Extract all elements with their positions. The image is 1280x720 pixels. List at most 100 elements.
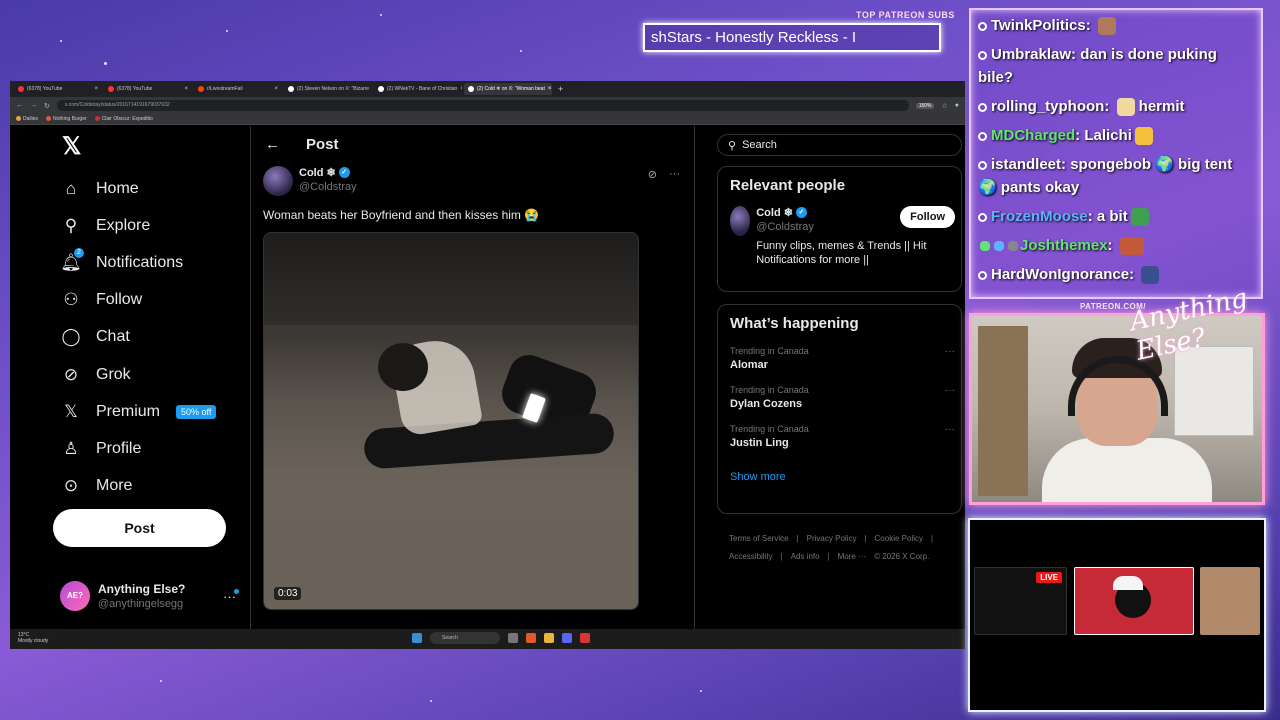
stream-thumbnail[interactable] [1200,567,1260,635]
person-name: Cold ❄ [756,207,793,219]
account-switcher[interactable]: AE? Anything Else? @anythingelsegg [60,581,185,611]
extensions-icon[interactable]: ● [955,102,959,109]
x-icon [378,86,384,92]
post-author[interactable]: Cold ❄ ✓ @Coldstray [263,166,357,196]
grok-icon[interactable]: ⊘ [648,168,657,181]
close-icon[interactable]: × [460,86,462,92]
nav-label: Chat [96,328,130,346]
browser-tab-active[interactable]: (2) Cold ❄ on X: "Woman beat × [464,83,552,95]
more-options-icon[interactable]: ··· [223,589,236,604]
weather-condition: Mostly cloudy [18,638,49,644]
avatar[interactable] [730,206,751,236]
emote-icon [1130,208,1149,227]
bookmark-item[interactable]: Nothing Burger [46,116,87,122]
more-icon: ⊙ [63,476,79,496]
nav-label: Premium [96,402,161,420]
new-tab-icon[interactable]: + [558,84,563,94]
task-view-icon[interactable] [508,633,518,643]
browser-tab[interactable]: (6378) YouTube × [14,83,102,95]
app-icon[interactable] [580,633,590,643]
close-icon[interactable]: × [548,86,552,92]
chat-message: Joshthemex: [978,234,1254,257]
nav-label: Follow [96,291,143,309]
badge-icon [994,241,1004,252]
author-name: Cold ❄ [299,167,336,179]
nav-home[interactable]: ⌂ Home [60,170,216,207]
footer-separator: | [931,534,934,543]
video-player[interactable]: 0:03 [263,232,639,610]
badge-icon [978,160,987,170]
trend-name: Dylan Cozens [730,398,803,410]
weather-widget[interactable]: 13°C Mostly cloudy [18,632,48,644]
relevant-person[interactable]: Cold ❄ ✓ @Coldstray Funny clips, memes & … [730,206,955,267]
footer-link[interactable]: Terms of Service [729,534,789,543]
bookmark-label: Clair Obscur: Expeditio [101,116,153,122]
footer-link[interactable]: Ads info [791,552,820,561]
bookmark-item[interactable]: Clair Obscur: Expeditio [94,116,153,122]
nav-premium[interactable]: 𝕏 Premium 50% off [60,393,217,430]
bookmark-star-icon[interactable]: ☆ [941,102,947,110]
nav-profile[interactable]: ♙ Profile [60,430,216,467]
folder-icon[interactable] [544,633,554,643]
discord-icon[interactable] [562,633,572,643]
browser-tab[interactable]: (6378) YouTube × [104,83,192,95]
nav-chat[interactable]: ◯ Chat [60,319,216,356]
nav-grok[interactable]: ⊘ Grok [60,356,216,393]
browser-icon[interactable] [526,633,536,643]
chat-username: FrozenMoose [991,208,1088,225]
bookmarks-bar: Dailies Nothing Burger Clair Obscur: Exp… [10,114,965,125]
reload-icon[interactable]: ↻ [44,102,50,110]
follow-button[interactable]: Follow [900,206,955,228]
more-options-icon[interactable]: ··· [669,168,680,181]
back-arrow-icon[interactable]: ← [265,136,280,153]
close-icon[interactable]: × [94,86,98,92]
taskbar-search[interactable]: Search [430,632,500,644]
card-title: Relevant people [730,177,846,194]
more-options-icon[interactable]: ··· [945,424,955,435]
chat-message: Umbraklaw: dan is done puking bile? [978,46,1217,86]
follow-icon: ⚇ [63,290,79,310]
trend-item[interactable]: Trending in Canada Alomar ··· [730,346,955,371]
emote-icon [1141,266,1160,285]
nav-notifications[interactable]: 🔔︎ 2 Notifications [60,244,216,281]
youtube-icon [18,86,24,92]
bookmark-item[interactable]: Dailies [16,116,38,122]
back-icon[interactable]: ← [16,102,23,109]
x-logo-icon[interactable]: 𝕏 [62,132,81,161]
bookmark-label: Nothing Burger [53,116,87,122]
post-header: ← Post [265,136,339,153]
trend-item[interactable]: Trending in Canada Justin Ling ··· [730,424,955,449]
show-more-link[interactable]: Show more [730,471,949,483]
chat-text: Lalichi [1084,127,1132,144]
emote-icon [1097,17,1116,36]
close-icon[interactable]: × [184,86,188,92]
stream-thumbnail[interactable]: LIVE [974,567,1067,635]
zoom-indicator[interactable]: 150% [915,102,935,109]
forward-icon[interactable]: → [30,102,37,109]
footer-link[interactable]: Privacy Policy [807,534,857,543]
close-icon[interactable]: × [274,86,278,92]
footer-link[interactable]: More ··· [838,552,866,561]
x-icon [288,86,294,92]
browser-tab[interactable]: (2) Steven Nelson on X: "Bizarre× [284,83,372,95]
post-button[interactable]: Post [53,509,226,547]
webcam-background-door [978,326,1028,496]
windows-start-icon[interactable] [412,633,422,643]
tab-label: (2) Cold ❄ on X: "Woman beat [477,86,545,92]
nav-explore[interactable]: ⚲ Explore [60,207,216,244]
bottom-panel: LIVE [968,518,1266,712]
stream-thumbnail[interactable] [1074,567,1194,635]
footer-link[interactable]: Cookie Policy [875,534,923,543]
search-input[interactable]: ⚲ Search [717,134,962,156]
nav-follow[interactable]: ⚇ Follow [60,282,216,319]
browser-tab[interactable]: r/LivestreamFail × [194,83,282,95]
more-options-icon[interactable]: ··· [945,385,955,396]
trend-name: Alomar [730,359,768,371]
footer-link[interactable]: Accessibility [729,552,773,561]
avatar[interactable] [263,166,293,196]
url-field[interactable]: x.com/Coldstray/status/20167141916790376… [56,100,909,111]
browser-tab[interactable]: (2) WNekTV - Bane of Christian× [374,83,462,95]
more-options-icon[interactable]: ··· [945,346,955,357]
trend-item[interactable]: Trending in Canada Dylan Cozens ··· [730,385,955,410]
nav-more[interactable]: ⊙ More [60,468,216,505]
